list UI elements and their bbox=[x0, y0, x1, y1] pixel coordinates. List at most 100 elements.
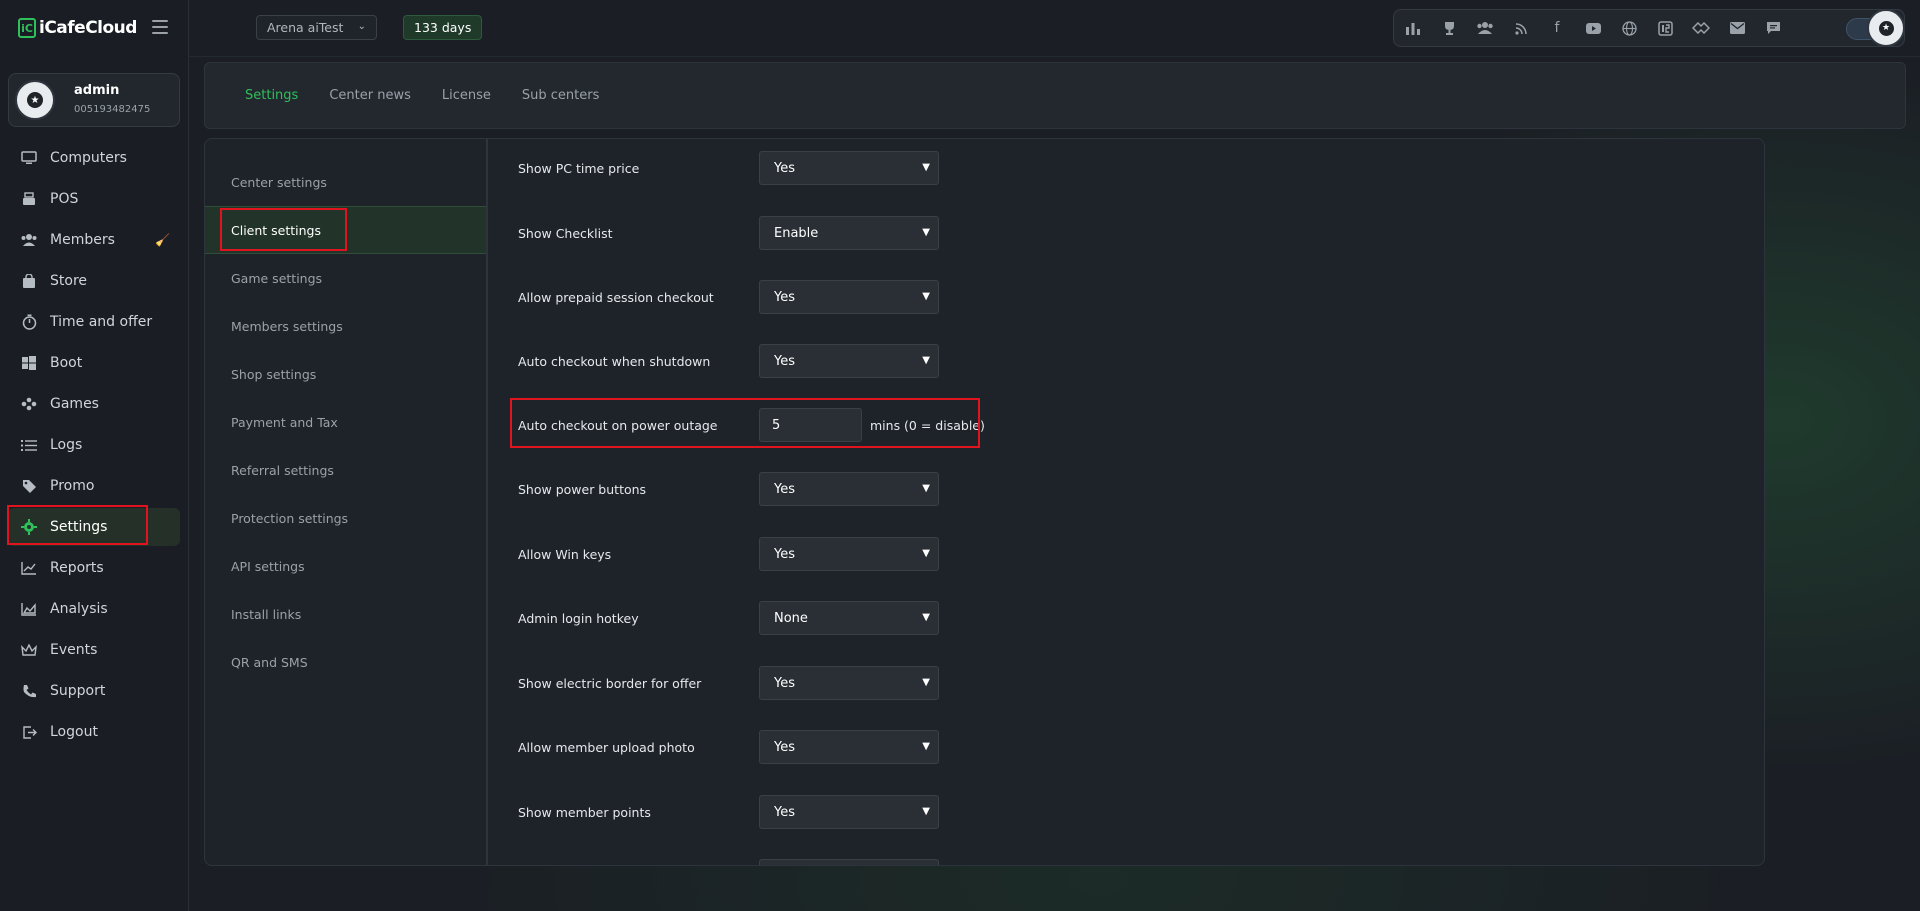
chevron-down-icon: ▼ bbox=[922, 677, 930, 688]
sidebar-item-support[interactable]: Support bbox=[8, 672, 180, 710]
sidebar-item-reports[interactable]: Reports bbox=[8, 549, 180, 587]
tab-license[interactable]: License bbox=[442, 88, 491, 103]
broom-icon[interactable]: 🧹 bbox=[155, 233, 170, 247]
rss-icon[interactable] bbox=[1512, 19, 1530, 37]
form-label: Auto checkout on power outage bbox=[518, 417, 718, 433]
allow-win-keys-select[interactable]: Yes ▼ bbox=[759, 537, 939, 571]
sub-nav-center-settings[interactable]: Center settings bbox=[205, 158, 486, 206]
sidebar-item-label: Games bbox=[50, 396, 99, 412]
facebook-icon[interactable]: f bbox=[1548, 19, 1566, 37]
youtube-icon[interactable] bbox=[1584, 19, 1602, 37]
sub-nav-game-settings[interactable]: Game settings bbox=[205, 254, 486, 302]
center-select-value: Arena aiTest bbox=[267, 20, 344, 35]
tab-sub-centers[interactable]: Sub centers bbox=[522, 88, 599, 103]
profile-avatar[interactable]: ★ bbox=[1867, 9, 1905, 47]
sidebar-item-settings[interactable]: Settings bbox=[8, 508, 180, 546]
form-label: Allow prepaid session checkout bbox=[518, 289, 714, 305]
select-value: Yes bbox=[774, 481, 795, 497]
user-card[interactable]: ★ admin 005193482475 bbox=[8, 73, 180, 127]
sidebar-item-label: Computers bbox=[50, 150, 127, 166]
sub-nav-members-settings[interactable]: Members settings bbox=[205, 302, 486, 350]
show-power-buttons-select[interactable]: Yes ▼ bbox=[759, 472, 939, 506]
chat-icon[interactable] bbox=[1764, 19, 1782, 37]
trophy-icon[interactable] bbox=[1440, 19, 1458, 37]
sub-nav-shop-settings[interactable]: Shop settings bbox=[205, 350, 486, 398]
form-row-show-checklist: Show Checklist Enable ▼ bbox=[518, 216, 1118, 250]
power-outage-minutes-input[interactable] bbox=[759, 408, 862, 442]
form-row-allow-member-upload-photo: Allow member upload photo Yes ▼ bbox=[518, 730, 1118, 764]
sidebar-item-time-and-offer[interactable]: Time and offer bbox=[8, 303, 180, 341]
ranking-icon[interactable] bbox=[1404, 19, 1422, 37]
hamburger-menu-icon[interactable] bbox=[152, 20, 168, 34]
stopwatch-icon bbox=[20, 313, 38, 331]
sidebar-item-boot[interactable]: Boot bbox=[8, 344, 180, 382]
show-member-points-select[interactable]: Yes ▼ bbox=[759, 795, 939, 829]
sidebar-item-label: Time and offer bbox=[50, 314, 153, 330]
sidebar-item-label: Store bbox=[50, 273, 88, 289]
windows-icon bbox=[20, 354, 38, 372]
monitor-icon bbox=[20, 149, 38, 167]
handshake-icon[interactable] bbox=[1692, 19, 1710, 37]
sidebar-nav: Computers POS Members 🧹 Store Time and o… bbox=[8, 139, 180, 754]
sidebar-item-events[interactable]: Events bbox=[8, 631, 180, 669]
show-pc-time-price-select[interactable]: Yes ▼ bbox=[759, 151, 939, 185]
sub-nav-protection-settings[interactable]: Protection settings bbox=[205, 494, 486, 542]
sidebar-item-members[interactable]: Members 🧹 bbox=[8, 221, 180, 259]
crown-icon bbox=[20, 641, 38, 659]
sidebar-item-computers[interactable]: Computers bbox=[8, 139, 180, 177]
form-label: Show electric border for offer bbox=[518, 675, 702, 691]
form-row-show-pc-time-price: Show PC time price Yes ▼ bbox=[518, 151, 1118, 185]
tab-center-news[interactable]: Center news bbox=[329, 88, 411, 103]
settings-tabs: Settings Center news License Sub centers bbox=[204, 62, 1906, 129]
sub-nav-api-settings[interactable]: API settings bbox=[205, 542, 486, 590]
show-checklist-select[interactable]: Enable ▼ bbox=[759, 216, 939, 250]
chevron-down-icon: ▼ bbox=[922, 291, 930, 302]
sidebar-item-label: Logs bbox=[50, 437, 83, 453]
form-row-allow-win-keys: Allow Win keys Yes ▼ bbox=[518, 537, 1118, 571]
sub-nav-referral-settings[interactable]: Referral settings bbox=[205, 446, 486, 494]
medal-icon: ★ bbox=[27, 92, 43, 108]
icafe-logo-icon[interactable] bbox=[1656, 19, 1674, 37]
sidebar-item-label: Support bbox=[50, 683, 106, 699]
sidebar-item-label: Members bbox=[50, 232, 115, 248]
sidebar-item-label: Boot bbox=[50, 355, 83, 371]
next-setting-select[interactable] bbox=[759, 859, 939, 865]
sub-nav-client-settings[interactable]: Client settings bbox=[205, 206, 486, 254]
globe-icon[interactable] bbox=[1620, 19, 1638, 37]
mail-icon[interactable] bbox=[1728, 19, 1746, 37]
user-id: 005193482475 bbox=[74, 104, 151, 115]
brand-logo[interactable]: iC iCafeCloud bbox=[18, 18, 137, 38]
auto-checkout-when-shutdown-select[interactable]: Yes ▼ bbox=[759, 344, 939, 378]
sidebar-item-pos[interactable]: POS bbox=[8, 180, 180, 218]
list-icon bbox=[20, 436, 38, 454]
medal-icon: ★ bbox=[1878, 20, 1894, 36]
allow-prepaid-session-checkout-select[interactable]: Yes ▼ bbox=[759, 280, 939, 314]
tab-settings[interactable]: Settings bbox=[245, 88, 298, 103]
sub-nav-qr-and-sms[interactable]: QR and SMS bbox=[205, 638, 486, 686]
sidebar-item-games[interactable]: Games bbox=[8, 385, 180, 423]
select-value: Yes bbox=[774, 353, 795, 369]
allow-member-upload-photo-select[interactable]: Yes ▼ bbox=[759, 730, 939, 764]
users-group-icon[interactable] bbox=[1476, 19, 1494, 37]
sub-nav-install-links[interactable]: Install links bbox=[205, 590, 486, 638]
form-label: Allow member upload photo bbox=[518, 739, 695, 755]
admin-login-hotkey-select[interactable]: None ▼ bbox=[759, 601, 939, 635]
cash-register-icon bbox=[20, 190, 38, 208]
show-electric-border-select[interactable]: Yes ▼ bbox=[759, 666, 939, 700]
chevron-down-icon: ▼ bbox=[922, 162, 930, 173]
shopping-bag-icon bbox=[20, 272, 38, 290]
line-chart-icon bbox=[20, 559, 38, 577]
sidebar-item-logout[interactable]: Logout bbox=[8, 713, 180, 751]
sub-nav-payment-and-tax[interactable]: Payment and Tax bbox=[205, 398, 486, 446]
select-value: Yes bbox=[774, 675, 795, 691]
sidebar-item-analysis[interactable]: Analysis bbox=[8, 590, 180, 628]
center-select[interactable]: Arena aiTest ⌄ bbox=[256, 15, 377, 40]
brand-name: iCafeCloud bbox=[39, 18, 137, 38]
sidebar-item-promo[interactable]: Promo bbox=[8, 467, 180, 505]
select-value: Enable bbox=[774, 225, 819, 241]
gear-icon bbox=[20, 518, 38, 536]
form-label: Show member points bbox=[518, 804, 651, 820]
select-value: Yes bbox=[774, 739, 795, 755]
sidebar-item-store[interactable]: Store bbox=[8, 262, 180, 300]
sidebar-item-logs[interactable]: Logs bbox=[8, 426, 180, 464]
